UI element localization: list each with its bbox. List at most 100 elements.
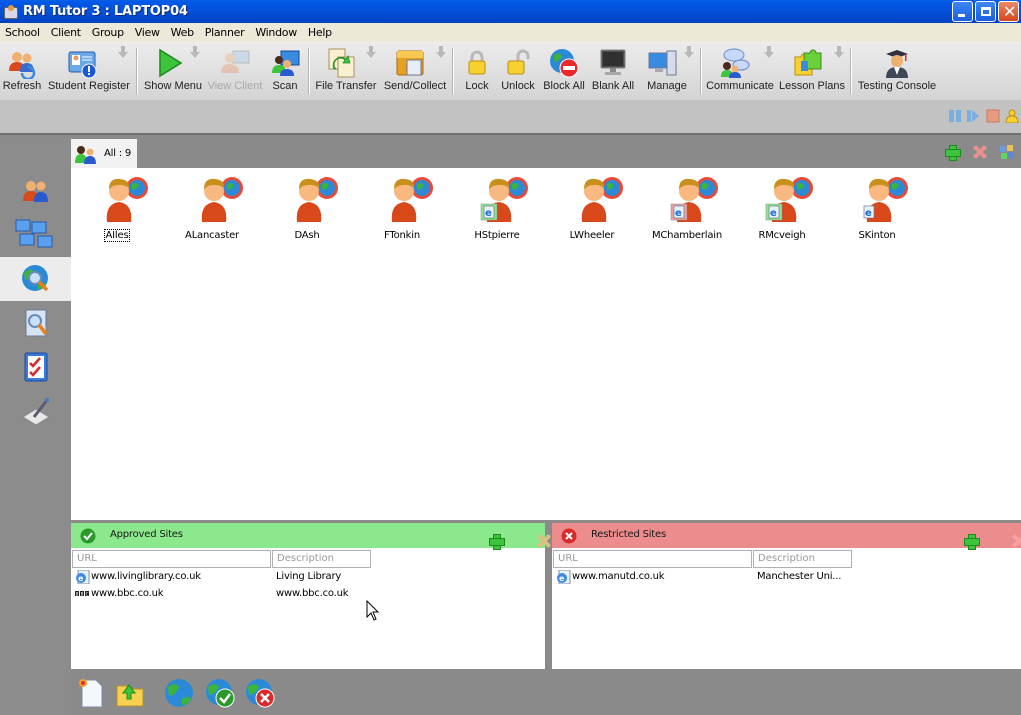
group-tab-all[interactable]: All : 9 xyxy=(71,139,137,168)
scan-icon xyxy=(272,50,300,76)
block-all-button[interactable]: Block All xyxy=(540,42,588,100)
main-toolbar: Refresh Student Register Show Menu View … xyxy=(0,42,1021,100)
menu-group[interactable]: Group xyxy=(87,26,130,39)
step-icon[interactable] xyxy=(966,109,980,123)
refresh-button[interactable]: Refresh xyxy=(2,42,42,100)
student-tile[interactable]: e MChamberlain xyxy=(647,172,727,242)
restore-button[interactable] xyxy=(975,1,996,22)
student-name: ALancaster xyxy=(185,230,239,241)
lock-button[interactable]: Lock xyxy=(460,42,494,100)
network-computers-icon xyxy=(15,219,53,248)
refresh-icon xyxy=(9,52,36,79)
new-list-icon[interactable] xyxy=(75,677,107,709)
sidebar-item-checklist[interactable] xyxy=(0,345,71,389)
file-transfer-dropdown[interactable] xyxy=(366,46,376,58)
blank-all-label: Blank All xyxy=(591,80,635,92)
menu-school[interactable]: School xyxy=(0,26,46,39)
site-row[interactable]: e www.livinglibrary.co.uk Living Library xyxy=(71,570,471,586)
lesson-plans-dropdown[interactable] xyxy=(834,46,844,58)
sidebar-item-network[interactable] xyxy=(0,213,71,257)
student-name: AIles xyxy=(103,229,131,242)
menu-web[interactable]: Web xyxy=(166,26,200,39)
student-tile[interactable]: AIles xyxy=(77,172,157,242)
send-collect-dropdown[interactable] xyxy=(436,46,446,58)
remove-approved-site-button[interactable] xyxy=(536,533,552,549)
file-transfer-icon xyxy=(328,48,355,78)
site-description: Living Library xyxy=(276,571,342,582)
web-globe-icon[interactable] xyxy=(163,677,195,709)
student-name: LWheeler xyxy=(569,230,615,241)
student-tile[interactable]: ALancaster xyxy=(172,172,252,242)
checklist-icon xyxy=(24,352,48,382)
student-tile[interactable]: LWheeler xyxy=(552,172,632,242)
blank-all-icon xyxy=(600,49,626,75)
menu-view[interactable]: View xyxy=(130,26,166,39)
close-button[interactable]: ✕ xyxy=(998,1,1019,22)
student-avatar-icon xyxy=(581,177,623,222)
manage-button[interactable]: Manage xyxy=(640,42,694,100)
web-monitor-icon xyxy=(22,265,49,292)
window-title: RM Tutor 3 : LAPTOP04 xyxy=(23,4,188,19)
svg-text:C: C xyxy=(86,591,89,596)
communicate-dropdown[interactable] xyxy=(764,46,774,58)
lesson-plans-button[interactable]: Lesson Plans xyxy=(778,42,846,100)
site-row[interactable]: e www.manutd.co.uk Manchester Uni... xyxy=(552,570,952,586)
menu-client[interactable]: Client xyxy=(46,26,87,39)
approved-url-column[interactable]: URL xyxy=(72,550,271,568)
ie-page-icon: e xyxy=(557,570,571,584)
students-icon xyxy=(23,181,48,202)
add-restricted-site-button[interactable] xyxy=(963,533,980,550)
unlock-label: Unlock xyxy=(501,80,535,92)
file-transfer-button[interactable]: File Transfer xyxy=(314,42,378,100)
student-tile[interactable]: e RMcveigh xyxy=(742,172,822,242)
toolbar-separator xyxy=(452,48,454,94)
sidebar-item-assess[interactable] xyxy=(0,389,71,433)
show-menu-button[interactable]: Show Menu xyxy=(142,42,204,100)
remove-restricted-site-button[interactable] xyxy=(1011,533,1021,549)
pen-assess-icon xyxy=(22,398,50,426)
approved-description-column[interactable]: Description xyxy=(272,550,371,568)
student-register-dropdown[interactable] xyxy=(118,46,128,58)
restricted-description-column[interactable]: Description xyxy=(753,550,852,568)
sidebar-item-app-monitor[interactable] xyxy=(0,301,71,345)
add-approved-site-button[interactable] xyxy=(488,533,505,550)
unlock-button[interactable]: Unlock xyxy=(498,42,538,100)
blank-all-button[interactable]: Blank All xyxy=(590,42,636,100)
toolbar-separator xyxy=(308,48,310,94)
send-collect-button[interactable]: Send/Collect xyxy=(382,42,448,100)
restricted-sites-header: Restricted Sites xyxy=(552,523,1021,550)
menu-window[interactable]: Window xyxy=(250,26,303,39)
show-menu-dropdown[interactable] xyxy=(190,46,200,58)
scan-button[interactable]: Scan xyxy=(266,42,304,100)
view-client-button[interactable]: View Client xyxy=(206,42,264,100)
student-name: FTonkin xyxy=(384,230,420,241)
close-icon: ✕ xyxy=(1003,2,1017,21)
student-register-button[interactable]: Student Register xyxy=(46,42,132,100)
sidebar-item-web[interactable] xyxy=(0,257,71,301)
testing-console-button[interactable]: Testing Console xyxy=(856,42,938,100)
student-tile[interactable]: FTonkin xyxy=(362,172,442,242)
restricted-url-column[interactable]: URL xyxy=(553,550,752,568)
title-bar: RM Tutor 3 : LAPTOP04 ✕ xyxy=(0,0,1021,23)
restrict-globe-icon[interactable] xyxy=(244,677,276,709)
student-register-icon xyxy=(68,51,97,79)
menu-help[interactable]: Help xyxy=(303,26,338,39)
sidebar-item-students[interactable] xyxy=(0,169,71,213)
presenter-icon[interactable] xyxy=(1005,109,1019,123)
student-tile[interactable]: DAsh xyxy=(267,172,347,242)
open-list-icon[interactable] xyxy=(115,677,147,709)
communicate-button[interactable]: Communicate xyxy=(706,42,774,100)
window-controls: ✕ xyxy=(952,1,1019,22)
approve-globe-icon[interactable] xyxy=(204,677,236,709)
menu-planner[interactable]: Planner xyxy=(200,26,251,39)
site-row[interactable]: B B Cwww.bbc.co.uk www.bbc.co.uk xyxy=(71,587,471,603)
student-tile[interactable]: e HStpierre xyxy=(457,172,537,242)
restore-icon xyxy=(981,7,991,16)
pause-icon[interactable] xyxy=(948,109,962,123)
minimize-button[interactable] xyxy=(952,1,973,22)
manage-dropdown[interactable] xyxy=(684,46,694,58)
stop-icon[interactable] xyxy=(986,109,1000,123)
group-settings-icon[interactable] xyxy=(999,144,1015,160)
student-tile[interactable]: e SKinton xyxy=(837,172,917,242)
lock-label: Lock xyxy=(465,80,489,92)
